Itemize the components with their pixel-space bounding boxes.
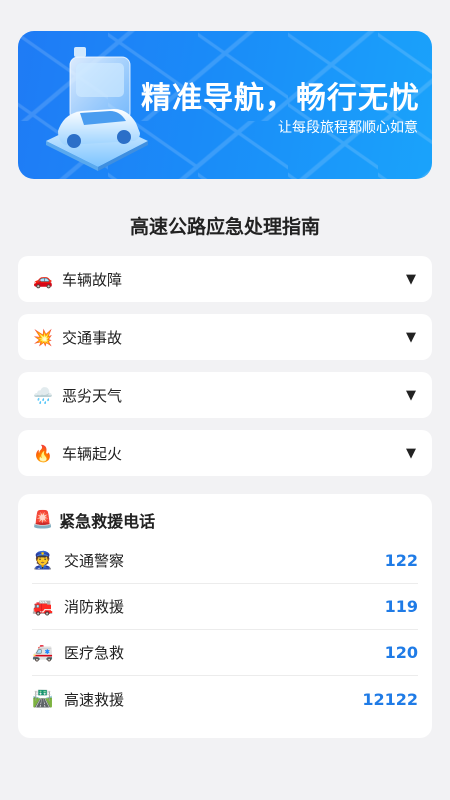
emergency-guide-page: 精准导航，畅行无忧 让每段旅程都顺心如意 高速公路应急处理指南 🚗 车辆故障 ▼… bbox=[0, 0, 450, 800]
hero-banner[interactable]: 精准导航，畅行无忧 让每段旅程都顺心如意 bbox=[18, 31, 432, 179]
card-header: 🚨 紧急救援电话 bbox=[32, 508, 155, 532]
contact-name: 交通警察 bbox=[64, 552, 125, 570]
contact-row-medical[interactable]: 🚑 医疗急救 120 bbox=[32, 630, 418, 676]
banner-title: 精准导航，畅行无忧 bbox=[141, 81, 420, 116]
accordion-vehicle-fire[interactable]: 🔥 车辆起火 ▼ bbox=[18, 430, 432, 476]
contact-name: 高速救援 bbox=[64, 690, 125, 709]
accordion-traffic-accident[interactable]: 💥 交通事故 ▼ bbox=[18, 314, 432, 360]
collision-icon: 💥 bbox=[33, 327, 53, 347]
contact-row-traffic-police[interactable]: 👮 交通警察 122 bbox=[32, 538, 418, 584]
contact-number[interactable]: 122 bbox=[385, 551, 418, 570]
accordion-vehicle-breakdown[interactable]: 🚗 车辆故障 ▼ bbox=[18, 256, 432, 302]
card-title: 紧急救援电话 bbox=[59, 512, 156, 531]
contact-number[interactable]: 120 bbox=[385, 643, 418, 662]
accordion-bad-weather[interactable]: 🌧️ 恶劣天气 ▼ bbox=[18, 372, 432, 418]
contact-name: 消防救援 bbox=[64, 598, 125, 616]
chevron-down-icon[interactable]: ▼ bbox=[406, 446, 416, 461]
contact-row-fire-rescue[interactable]: 🚒 消防救援 119 bbox=[32, 584, 418, 630]
contact-number[interactable]: 119 bbox=[385, 597, 418, 616]
accordion-label: 车辆起火 bbox=[62, 444, 123, 463]
contact-number[interactable]: 12122 bbox=[362, 690, 418, 709]
chevron-down-icon[interactable]: ▼ bbox=[406, 330, 416, 345]
ambulance-icon: 🚑 bbox=[32, 642, 54, 663]
chevron-down-icon[interactable]: ▼ bbox=[406, 272, 416, 287]
accordion-label: 恶劣天气 bbox=[62, 386, 123, 405]
banner-subtitle: 让每段旅程都顺心如意 bbox=[278, 120, 418, 136]
contact-name: 医疗急救 bbox=[64, 644, 125, 662]
accordion-label: 交通事故 bbox=[62, 328, 123, 347]
police-officer-icon: 👮 bbox=[32, 550, 54, 571]
highway-icon: 🛣️ bbox=[32, 689, 54, 709]
fire-icon: 🔥 bbox=[33, 443, 53, 463]
car-illustration-icon bbox=[46, 47, 148, 171]
cloud-rain-icon: 🌧️ bbox=[33, 385, 53, 405]
fire-engine-icon: 🚒 bbox=[32, 596, 54, 617]
contact-row-highway-rescue[interactable]: 🛣️ 高速救援 12122 bbox=[32, 676, 418, 722]
page-title: 高速公路应急处理指南 bbox=[129, 216, 320, 238]
accordion-label: 车辆故障 bbox=[62, 270, 123, 289]
emergency-contacts-card: 🚨 紧急救援电话 👮 交通警察 122 🚒 消防救援 119 🚑 医疗急救 12… bbox=[18, 494, 432, 738]
car-icon: 🚗 bbox=[33, 269, 53, 289]
chevron-down-icon[interactable]: ▼ bbox=[406, 388, 416, 403]
siren-icon: 🚨 bbox=[32, 510, 54, 530]
